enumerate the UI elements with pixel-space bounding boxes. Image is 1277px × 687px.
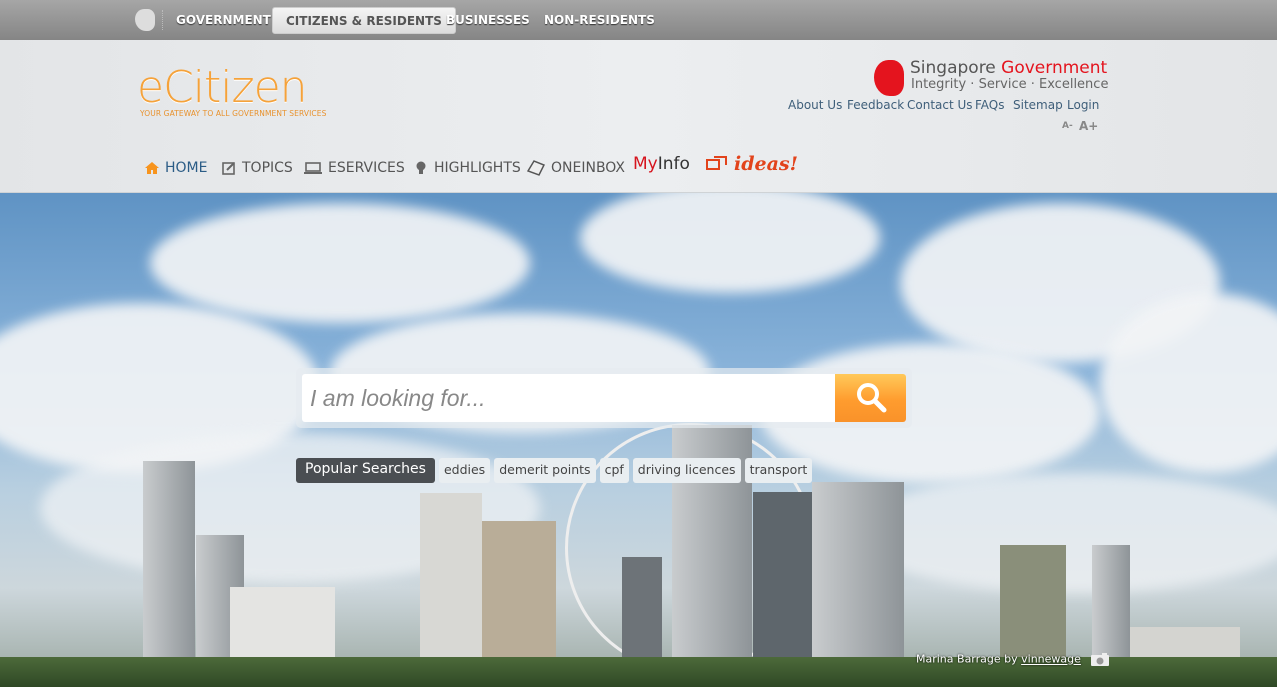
font-larger-button[interactable]: A+ xyxy=(1079,119,1098,133)
nav-home-label: HOME xyxy=(165,160,208,176)
merlion-logo-icon xyxy=(874,60,904,96)
nav-home[interactable]: HOME xyxy=(145,158,207,178)
font-smaller-button[interactable]: A- xyxy=(1062,121,1073,131)
header: eCitizen YOUR GATEWAY TO ALL GOVERNMENT … xyxy=(0,40,1277,193)
nav-oneinbox[interactable]: ONEINBOX xyxy=(527,158,625,178)
tab-businesses[interactable]: BUSINESSES xyxy=(433,7,543,34)
sg-motto: Integrity · Service · Excellence xyxy=(911,77,1109,92)
lion-head-icon[interactable] xyxy=(135,9,155,31)
nav-eservices-label: ESERVICES xyxy=(328,160,405,176)
nav-highlights[interactable]: HIGHLIGHTS xyxy=(414,158,521,178)
popular-searches: Popular Searches eddies demerit points c… xyxy=(296,458,813,483)
popular-tag-eddies[interactable]: eddies xyxy=(438,458,491,483)
nav-topics[interactable]: TOPICS xyxy=(222,158,293,178)
photo-author-link[interactable]: vinnewage xyxy=(1021,653,1081,666)
myinfo-link[interactable]: MyInfo xyxy=(633,154,690,174)
inbox-icon xyxy=(527,160,545,176)
nav-oneinbox-label: ONEINBOX xyxy=(551,160,626,176)
myinfo-my: My xyxy=(633,154,658,174)
popular-tag-demerit-points[interactable]: demerit points xyxy=(494,458,596,483)
ecitizen-logo[interactable]: eCitizen xyxy=(137,62,308,113)
photo-credit-text: Marina Barrage by xyxy=(916,652,1022,666)
tab-citizens-residents[interactable]: CITIZENS & RESIDENTS xyxy=(272,7,456,34)
tagline: YOUR GATEWAY TO ALL GOVERNMENT SERVICES xyxy=(140,109,327,118)
hero-banner: Popular Searches eddies demerit points c… xyxy=(0,193,1277,687)
sitemap-link[interactable]: Sitemap xyxy=(1013,98,1063,112)
laptop-icon xyxy=(304,162,322,174)
home-icon xyxy=(145,162,159,174)
nav-topics-label: TOPICS xyxy=(242,160,293,176)
lightbulb-icon xyxy=(416,161,426,174)
faqs-link[interactable]: FAQs xyxy=(975,98,1005,112)
ideas-link[interactable]: ideas! xyxy=(706,153,798,175)
popular-tag-transport[interactable]: transport xyxy=(744,458,813,483)
popular-tag-cpf[interactable]: cpf xyxy=(599,458,629,483)
feedback-link[interactable]: Feedback xyxy=(847,98,904,112)
login-link[interactable]: Login xyxy=(1067,98,1099,112)
nav-highlights-label: HIGHLIGHTS xyxy=(434,160,521,176)
ideas-label: ideas! xyxy=(734,153,798,175)
speech-bubbles-icon xyxy=(706,156,727,170)
tab-government[interactable]: GOVERNMENT xyxy=(163,7,284,34)
search-icon xyxy=(856,382,886,412)
contact-us-link[interactable]: Contact Us xyxy=(907,98,973,112)
sg-government-logo: Singapore Government xyxy=(910,58,1107,78)
top-audience-bar: GOVERNMENT CITIZENS & RESIDENTS BUSINESS… xyxy=(0,0,1277,40)
popular-searches-label: Popular Searches xyxy=(296,458,435,483)
edit-icon xyxy=(222,162,235,175)
tab-non-residents[interactable]: NON-RESIDENTS xyxy=(531,7,668,34)
search-box xyxy=(296,368,912,428)
about-us-link[interactable]: About Us xyxy=(788,98,842,112)
search-input[interactable] xyxy=(302,374,837,422)
nav-eservices[interactable]: ESERVICES xyxy=(304,158,405,178)
sg-name-1: Singapore xyxy=(910,58,996,78)
sg-name-2: Government xyxy=(1001,58,1108,78)
photo-credit: Marina Barrage by vinnewage xyxy=(916,652,1110,667)
myinfo-info: Info xyxy=(657,154,690,174)
camera-icon[interactable] xyxy=(1090,652,1110,667)
popular-tag-driving-licences[interactable]: driving licences xyxy=(632,458,741,483)
search-button[interactable] xyxy=(835,374,906,422)
